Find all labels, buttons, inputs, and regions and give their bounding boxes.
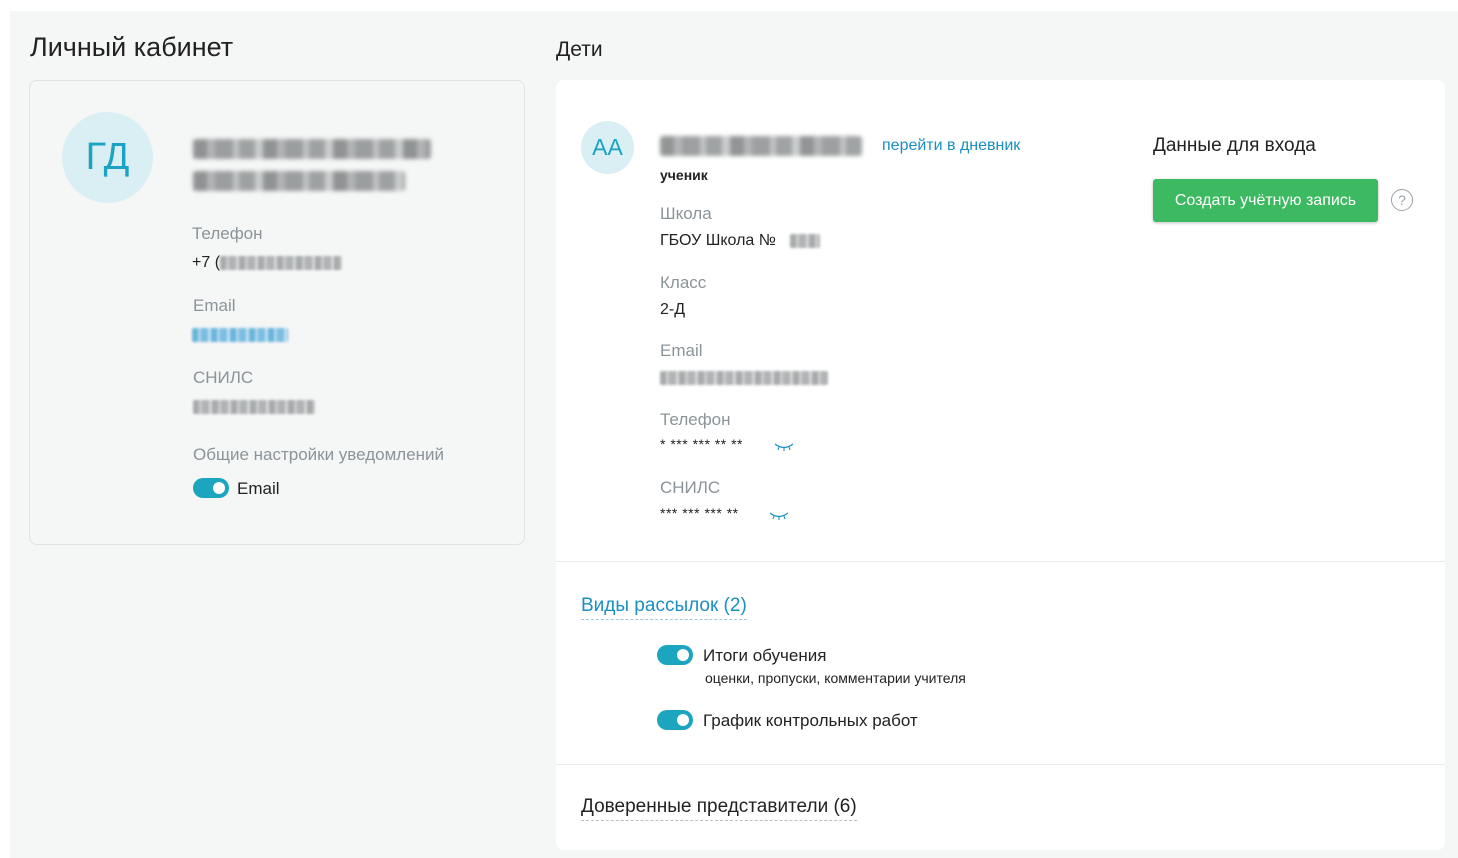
child-email-redacted — [660, 371, 828, 385]
email-label: Email — [193, 296, 236, 315]
mailing-results-description: оценки, пропуски, комментарии учителя — [705, 670, 966, 686]
phone-value-redacted — [220, 256, 342, 270]
show-phone-icon[interactable] — [774, 441, 794, 453]
help-icon[interactable]: ? — [1391, 189, 1413, 211]
child-role: ученик — [660, 167, 708, 183]
trusted-representatives-link[interactable]: Доверенные представители (6) — [581, 796, 857, 821]
child-phone-label: Телефон — [660, 410, 731, 429]
children-section-title: Дети — [556, 38, 603, 61]
phone-prefix: +7 ( — [192, 254, 221, 271]
child-phone-masked: * *** *** ** ** — [660, 436, 743, 452]
mailings-toggle-link[interactable]: Виды рассылок (2) — [581, 595, 747, 620]
mailing-results-toggle[interactable] — [657, 645, 693, 665]
email-notification-label: Email — [237, 479, 280, 498]
snils-value-redacted — [193, 400, 315, 414]
profile-name-redacted — [193, 139, 431, 159]
mailing-results-title: Итоги обучения — [703, 646, 827, 665]
school-label: Школа — [660, 204, 712, 223]
divider — [556, 764, 1445, 765]
email-link-redacted[interactable] — [192, 328, 288, 342]
mailing-tests-title: График контрольных работ — [703, 711, 918, 730]
divider — [556, 561, 1445, 562]
child-snils-masked: *** *** *** ** — [660, 505, 739, 521]
page-title: Личный кабинет — [30, 32, 234, 62]
avatar: ГД — [62, 112, 153, 203]
phone-label: Телефон — [192, 224, 263, 243]
class-label: Класс — [660, 273, 707, 292]
snils-label: СНИЛС — [193, 368, 254, 387]
mailing-tests-toggle[interactable] — [657, 710, 693, 730]
child-email-label: Email — [660, 341, 703, 360]
create-account-button[interactable]: Создать учётную запись — [1153, 179, 1378, 222]
child-avatar: АА — [581, 121, 634, 174]
child-snils-label: СНИЛС — [660, 478, 721, 497]
show-snils-icon[interactable] — [769, 510, 789, 522]
email-notification-toggle[interactable] — [193, 478, 229, 498]
open-diary-link[interactable]: перейти в дневник — [882, 137, 1020, 155]
login-data-title: Данные для входа — [1153, 135, 1316, 156]
school-value: ГБОУ Школа № — [660, 232, 776, 249]
profile-name-redacted-line2 — [193, 171, 405, 191]
child-name-redacted — [660, 136, 862, 156]
notifications-label: Общие настройки уведомлений — [193, 445, 445, 464]
class-value: 2-Д — [660, 301, 686, 318]
profile-card: ГД Телефон +7 ( Email СНИЛС Общие настро… — [29, 80, 525, 545]
school-number-redacted — [790, 234, 820, 248]
children-card: АА перейти в дневник ученик Школа ГБОУ Ш… — [556, 80, 1445, 850]
